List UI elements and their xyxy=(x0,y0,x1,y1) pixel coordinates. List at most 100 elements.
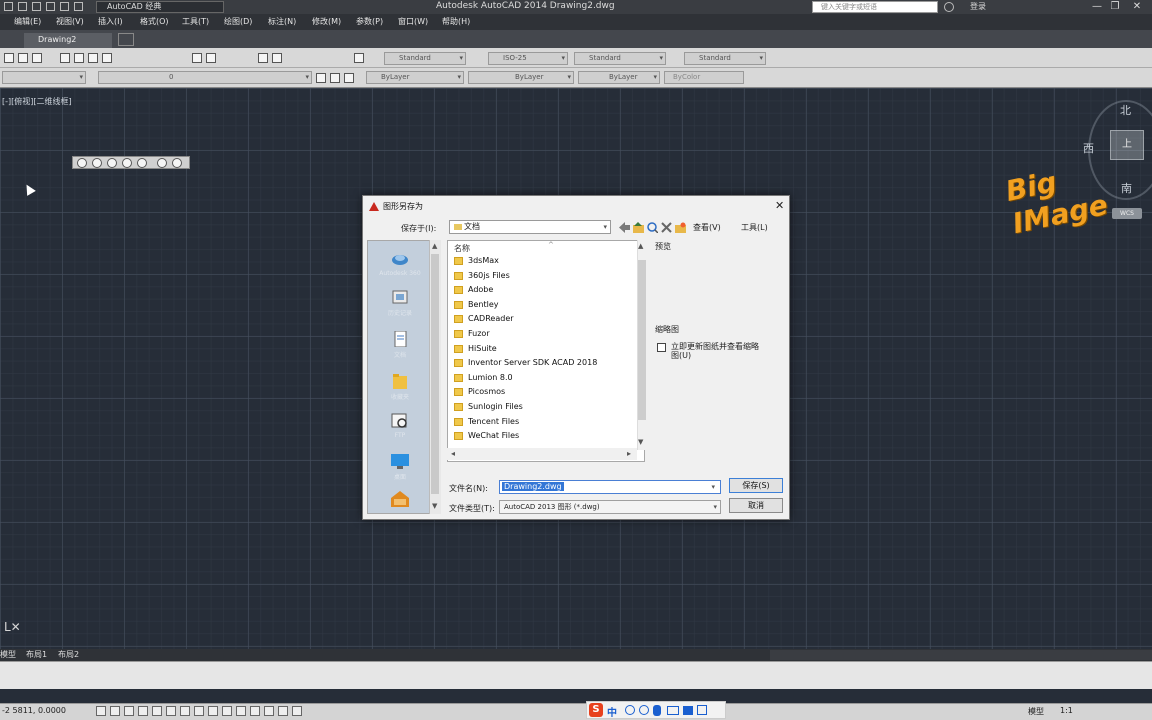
scroll-right-icon[interactable]: ▸ xyxy=(627,449,631,458)
ime-logo-icon[interactable]: S xyxy=(589,703,603,717)
tab-drawing2[interactable]: Drawing2 xyxy=(24,33,112,48)
folder-list-item[interactable]: 3dsMax xyxy=(454,255,638,269)
sc-icon[interactable] xyxy=(250,706,260,716)
paste-icon[interactable] xyxy=(88,53,98,63)
emoji-icon[interactable] xyxy=(639,705,649,715)
tpy-icon[interactable] xyxy=(222,706,232,716)
text-style-select[interactable]: Standard ▾ xyxy=(384,52,466,65)
model-space-toggle[interactable]: 模型 xyxy=(1028,706,1044,717)
folder-list-item[interactable]: HiSuite xyxy=(454,343,638,357)
color-select[interactable]: ByLayer ▾ xyxy=(366,71,464,84)
place-desktop[interactable]: 桌面 xyxy=(368,453,432,481)
close-button[interactable]: ✕ xyxy=(1130,1,1144,13)
keyboard-icon[interactable] xyxy=(667,706,679,715)
delete-icon[interactable] xyxy=(661,222,672,233)
snap-icon[interactable] xyxy=(96,706,106,716)
design-center-icon[interactable] xyxy=(272,53,282,63)
search-web-icon[interactable] xyxy=(647,222,659,234)
view-icon[interactable] xyxy=(107,158,117,168)
folder-list-item[interactable]: 360js Files xyxy=(454,270,638,284)
linetype-select[interactable]: ByLayer ▾ xyxy=(468,71,574,84)
layer-state-select[interactable]: ▾ xyxy=(2,71,86,84)
tool-icon[interactable] xyxy=(4,53,14,63)
punctuation-icon[interactable] xyxy=(625,705,635,715)
tab-model[interactable]: 模型 xyxy=(0,649,16,660)
redo-icon[interactable] xyxy=(74,2,83,11)
folder-list-item[interactable]: Inventor Server SDK ACAD 2018 xyxy=(454,357,638,371)
properties-icon[interactable] xyxy=(258,53,268,63)
view-icon[interactable] xyxy=(157,158,167,168)
dyn-icon[interactable] xyxy=(194,706,204,716)
lineweight-select[interactable]: ByLayer ▾ xyxy=(578,71,660,84)
view-icon[interactable] xyxy=(92,158,102,168)
dim-style-select[interactable]: ISO-25 ▾ xyxy=(488,52,568,65)
filename-input[interactable]: Drawing2.dwg ▾ xyxy=(499,480,721,494)
osnap-icon[interactable] xyxy=(152,706,162,716)
layer-icon[interactable] xyxy=(330,73,340,83)
menu-help[interactable]: 帮助(H) xyxy=(442,16,470,27)
sign-in-label[interactable]: 登录 xyxy=(970,1,986,12)
cut-icon[interactable] xyxy=(60,53,70,63)
otrack-icon[interactable] xyxy=(166,706,176,716)
grid-menu-icon[interactable] xyxy=(697,705,707,715)
folder-list-item[interactable]: Picosmos xyxy=(454,386,638,400)
layer-icon[interactable] xyxy=(344,73,354,83)
file-list-scroll-thumb[interactable] xyxy=(638,260,646,420)
file-list[interactable]: 名称 ^ 3dsMax 360js Files Adobe Bentley CADRea… xyxy=(447,240,645,462)
folder-list-item[interactable]: Adobe xyxy=(454,284,638,298)
new-tab-button[interactable] xyxy=(118,33,134,46)
menu-window[interactable]: 窗口(W) xyxy=(398,16,428,27)
horizontal-scrollbar[interactable] xyxy=(770,650,1152,660)
open-icon[interactable] xyxy=(18,2,27,11)
menu-insert[interactable]: 插入(I) xyxy=(98,16,123,27)
menu-format[interactable]: 格式(O) xyxy=(140,16,169,27)
places-scrollbar[interactable]: ▲ ▼ xyxy=(429,240,441,514)
new-folder-icon[interactable] xyxy=(675,222,686,233)
status-icon[interactable] xyxy=(292,706,302,716)
viewport-controls[interactable]: [-][俯视][二维线框] xyxy=(2,96,72,107)
match-properties-icon[interactable] xyxy=(102,53,112,63)
qp-icon[interactable] xyxy=(236,706,246,716)
ime-mode-toggle[interactable]: 中 xyxy=(607,704,617,719)
menu-view[interactable]: 视图(V) xyxy=(56,16,84,27)
views-menu[interactable]: 查看(V) xyxy=(693,222,721,233)
folder-list-item[interactable]: Bentley xyxy=(454,299,638,313)
print-icon[interactable] xyxy=(46,2,55,11)
menu-parametric[interactable]: 参数(P) xyxy=(356,16,383,27)
place-buzzsaw[interactable] xyxy=(368,491,432,507)
lwt-icon[interactable] xyxy=(208,706,218,716)
mleader-style-select[interactable]: Standard ▾ xyxy=(684,52,766,65)
restore-button[interactable]: ❐ xyxy=(1108,1,1122,13)
search-icon[interactable] xyxy=(944,2,954,12)
places-scroll-thumb[interactable] xyxy=(431,254,439,494)
annotation-scale[interactable]: 1:1 xyxy=(1060,706,1073,715)
place-autodesk360[interactable]: Autodesk 360 xyxy=(368,251,432,277)
place-ftp[interactable]: FTP xyxy=(368,413,432,439)
folder-list-item[interactable]: CADReader xyxy=(454,313,638,327)
layer-icon[interactable] xyxy=(316,73,326,83)
place-documents[interactable]: 文档 xyxy=(368,330,432,359)
file-list-hscrollbar[interactable]: ◂ ▸ xyxy=(447,448,637,460)
save-button[interactable]: 保存(S) xyxy=(729,478,783,493)
ortho-icon[interactable] xyxy=(124,706,134,716)
am-icon[interactable] xyxy=(264,706,274,716)
menu-dimension[interactable]: 标注(N) xyxy=(268,16,296,27)
cancel-button[interactable]: 取消 xyxy=(729,498,783,513)
tool-icon[interactable] xyxy=(18,53,28,63)
menu-modify[interactable]: 修改(M) xyxy=(312,16,341,27)
tab-layout1[interactable]: 布局1 xyxy=(26,649,47,660)
microphone-icon[interactable] xyxy=(653,705,661,716)
workspace-select[interactable]: AutoCAD 经典 xyxy=(96,1,224,13)
scroll-up-icon[interactable]: ▲ xyxy=(638,242,643,250)
status-icon[interactable] xyxy=(278,706,288,716)
place-history[interactable]: 历史记录 xyxy=(368,289,432,317)
table-style-select[interactable]: Standard ▾ xyxy=(574,52,666,65)
tab-layout2[interactable]: 布局2 xyxy=(58,649,79,660)
place-favorites[interactable]: 收藏夹 xyxy=(368,373,432,401)
up-folder-icon[interactable] xyxy=(633,222,644,233)
compass-west[interactable]: 西 xyxy=(1083,140,1094,156)
skin-icon[interactable] xyxy=(683,706,693,715)
undo-icon[interactable] xyxy=(60,2,69,11)
polar-icon[interactable] xyxy=(138,706,148,716)
plotstyle-select[interactable]: ByColor xyxy=(664,71,744,84)
